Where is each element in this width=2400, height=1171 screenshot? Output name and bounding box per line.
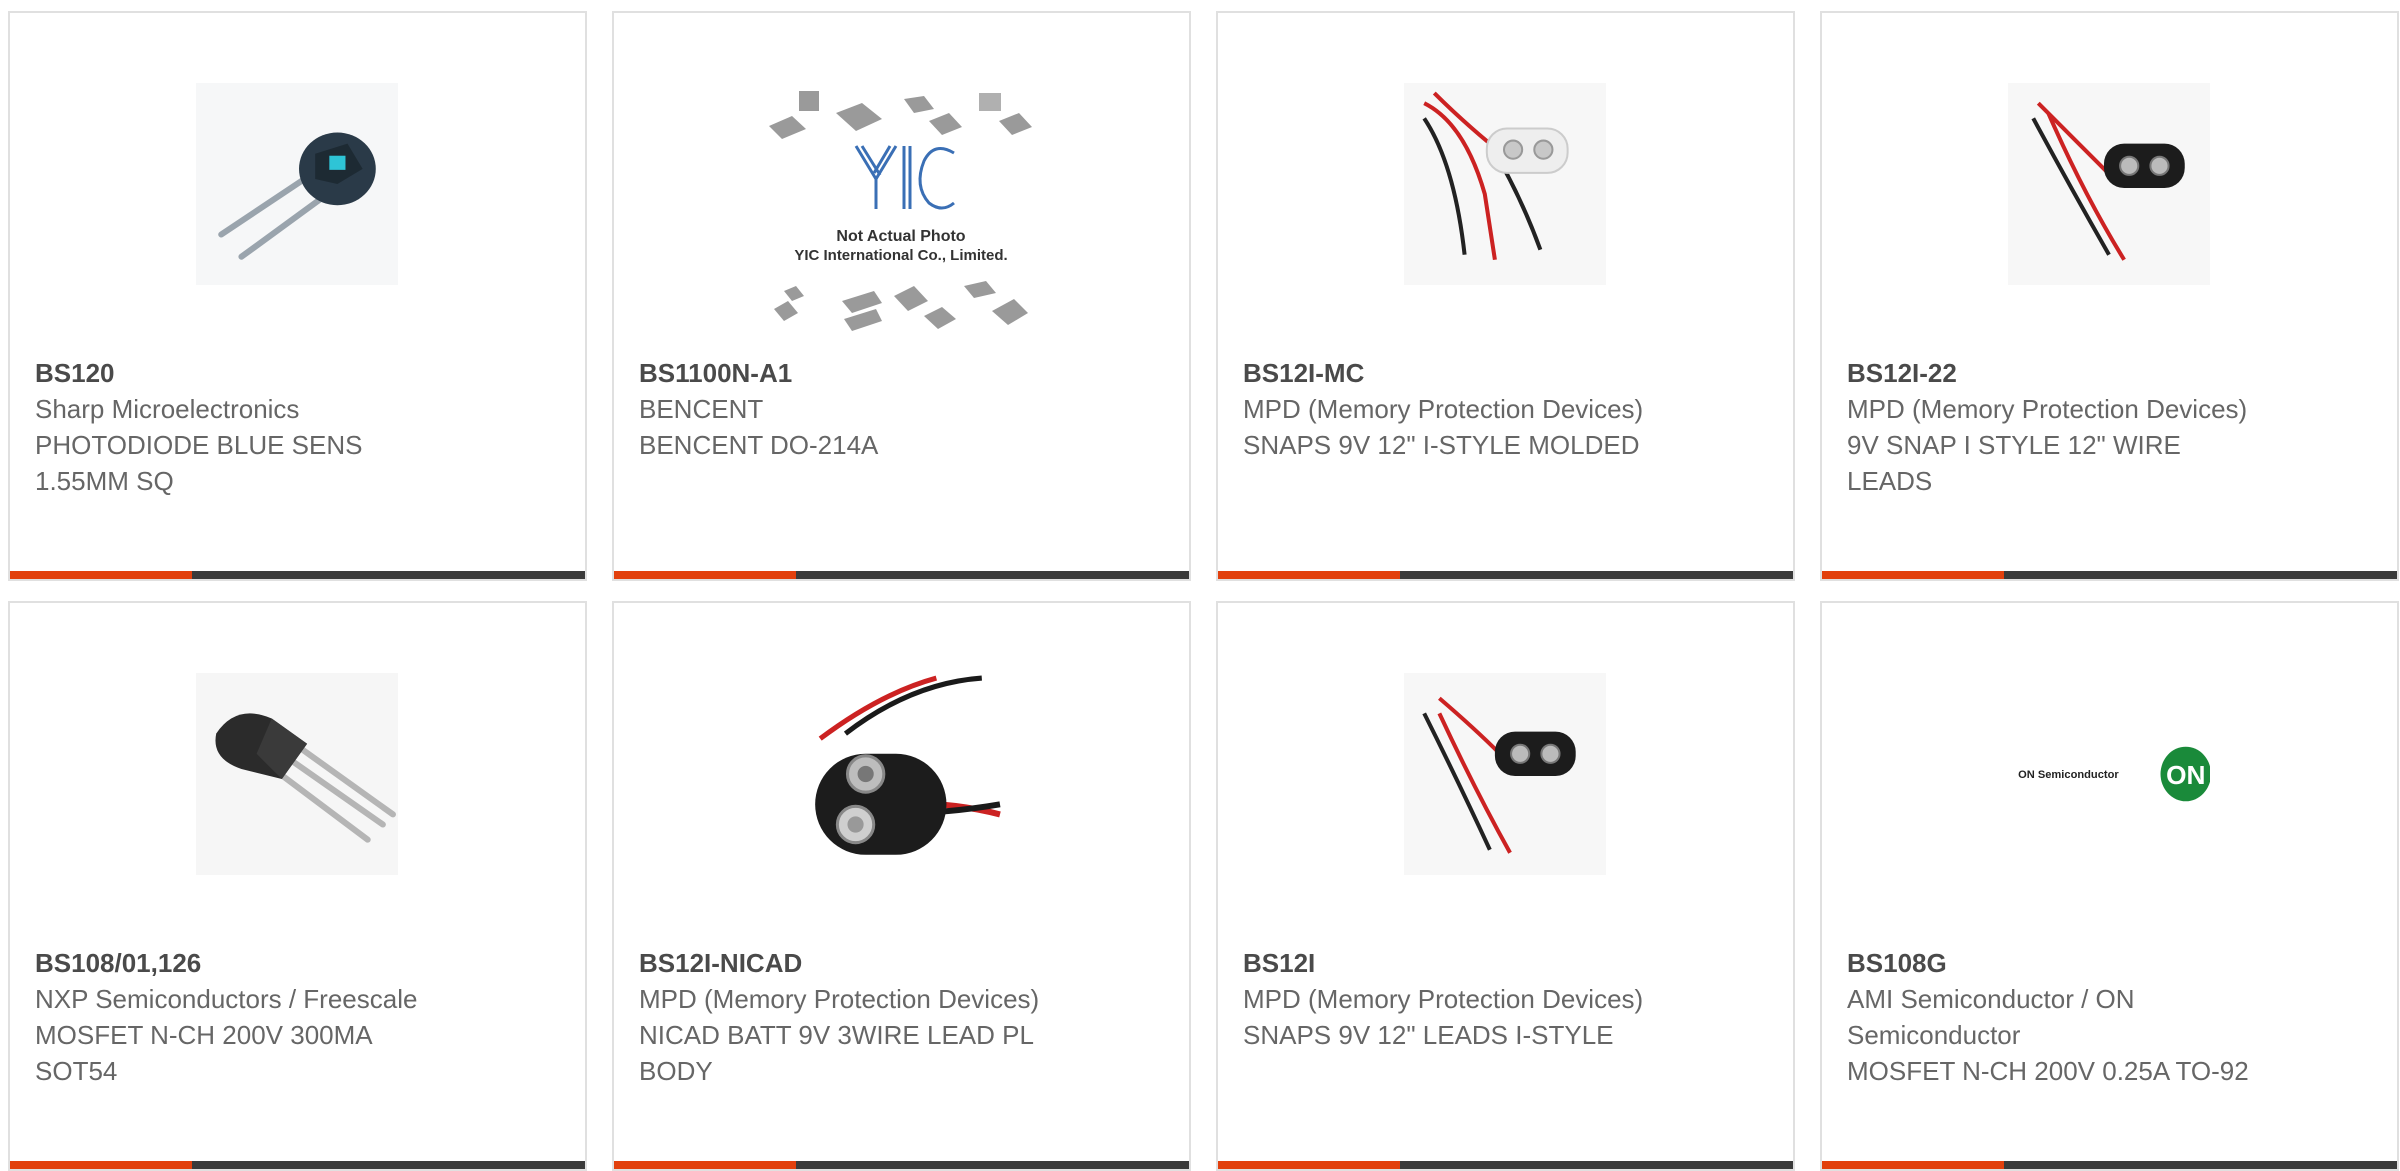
placeholder-caption-1: Not Actual Photo (836, 228, 965, 245)
product-image[interactable] (1404, 83, 1606, 285)
card-accent (614, 1161, 796, 1169)
product-card[interactable]: BS12I-MC MPD (Memory Protection Devices)… (1216, 11, 1795, 581)
description: MOSFET N-CH 200V 0.25A TO-92 (1847, 1056, 2249, 1086)
manufacturer: MPD (Memory Protection Devices) (1243, 394, 1644, 424)
card-accent (1822, 571, 2004, 579)
placeholder-photo-icon: Not Actual Photo YIC International Co., … (769, 91, 1032, 331)
product-card[interactable]: BS12I-22 MPD (Memory Protection Devices)… (1820, 11, 2399, 581)
card-accent (10, 1161, 192, 1169)
card-accent (1822, 1161, 2004, 1169)
product-info: BS1100N-A1 BENCENT BENCENT DO-214A (639, 355, 1059, 463)
card-footer-bar (1218, 571, 1793, 579)
description: NICAD BATT 9V 3WIRE LEAD PL BODY (639, 1020, 1033, 1086)
product-card[interactable]: ON Semiconductor ON BS108G AMI Semicondu… (1820, 601, 2399, 1171)
card-footer-bar (614, 571, 1189, 579)
card-footer-bar (1822, 1161, 2397, 1169)
to92-transistor-icon (196, 673, 398, 875)
product-info: BS120 Sharp Microelectronics PHOTODIODE … (35, 355, 455, 499)
description: BENCENT DO-214A (639, 430, 879, 460)
on-semiconductor-logo-text: ON Semiconductor (2018, 769, 2119, 781)
battery-snap-black-icon (2008, 83, 2210, 285)
card-accent (10, 571, 192, 579)
manufacturer: BENCENT (639, 394, 764, 424)
part-number[interactable]: BS12I (1243, 945, 1663, 981)
photodiode-icon (196, 83, 398, 285)
product-card[interactable]: BS120 Sharp Microelectronics PHOTODIODE … (8, 11, 587, 581)
manufacturer: AMI Semiconductor / ON Semiconductor (1847, 984, 2135, 1050)
part-number[interactable]: BS120 (35, 355, 455, 391)
on-semiconductor-logo: ON Semiconductor ON (2008, 673, 2210, 875)
part-number[interactable]: BS12I-22 (1847, 355, 2267, 391)
product-card[interactable]: BS108/01,126 NXP Semiconductors / Freesc… (8, 601, 587, 1171)
card-accent (1218, 571, 1400, 579)
card-footer-bar (1218, 1161, 1793, 1169)
manufacturer: NXP Semiconductors / Freescale (35, 984, 418, 1014)
card-accent (1218, 1161, 1400, 1169)
product-info: BS108/01,126 NXP Semiconductors / Freesc… (35, 945, 455, 1089)
manufacturer: Sharp Microelectronics (35, 394, 300, 424)
product-info: BS12I-MC MPD (Memory Protection Devices)… (1243, 355, 1663, 463)
part-number[interactable]: BS12I-NICAD (639, 945, 1059, 981)
product-card[interactable]: BS12I MPD (Memory Protection Devices) SN… (1216, 601, 1795, 1171)
part-number[interactable]: BS1100N-A1 (639, 355, 1059, 391)
product-grid: BS120 Sharp Microelectronics PHOTODIODE … (8, 11, 2399, 1171)
product-image[interactable] (800, 673, 1002, 875)
product-info: BS12I-22 MPD (Memory Protection Devices)… (1847, 355, 2267, 499)
card-footer-bar (1822, 571, 2397, 579)
description: 9V SNAP I STYLE 12" WIRE LEADS (1847, 430, 2181, 496)
battery-snap-black-icon (1404, 673, 1606, 875)
battery-snap-large-icon (800, 673, 1002, 875)
description: SNAPS 9V 12" LEADS I-STYLE (1243, 1020, 1614, 1050)
description: PHOTODIODE BLUE SENS 1.55MM SQ (35, 430, 363, 496)
product-image[interactable] (1404, 673, 1606, 875)
product-card[interactable]: Not Actual Photo YIC International Co., … (612, 11, 1191, 581)
manufacturer: MPD (Memory Protection Devices) (1847, 394, 2248, 424)
on-logo-badge: ON (2166, 760, 2205, 790)
card-footer-bar (614, 1161, 1189, 1169)
manufacturer: MPD (Memory Protection Devices) (639, 984, 1040, 1014)
description: MOSFET N-CH 200V 300MA SOT54 (35, 1020, 372, 1086)
card-footer-bar (10, 571, 585, 579)
product-image[interactable]: Not Actual Photo YIC International Co., … (764, 91, 1039, 336)
placeholder-caption-2: YIC International Co., Limited. (794, 247, 1007, 264)
part-number[interactable]: BS12I-MC (1243, 355, 1663, 391)
card-accent (614, 571, 796, 579)
description: SNAPS 9V 12" I-STYLE MOLDED (1243, 430, 1640, 460)
product-image[interactable] (196, 673, 398, 875)
product-info: BS12I MPD (Memory Protection Devices) SN… (1243, 945, 1663, 1053)
product-info: BS108G AMI Semiconductor / ON Semiconduc… (1847, 945, 2267, 1089)
product-info: BS12I-NICAD MPD (Memory Protection Devic… (639, 945, 1059, 1089)
product-image[interactable] (196, 83, 398, 285)
product-card[interactable]: BS12I-NICAD MPD (Memory Protection Devic… (612, 601, 1191, 1171)
part-number[interactable]: BS108/01,126 (35, 945, 455, 981)
battery-snap-white-icon (1404, 83, 1606, 285)
manufacturer: MPD (Memory Protection Devices) (1243, 984, 1644, 1014)
product-image[interactable]: ON Semiconductor ON (2008, 673, 2210, 875)
card-footer-bar (10, 1161, 585, 1169)
product-image[interactable] (2008, 83, 2210, 285)
part-number[interactable]: BS108G (1847, 945, 2267, 981)
